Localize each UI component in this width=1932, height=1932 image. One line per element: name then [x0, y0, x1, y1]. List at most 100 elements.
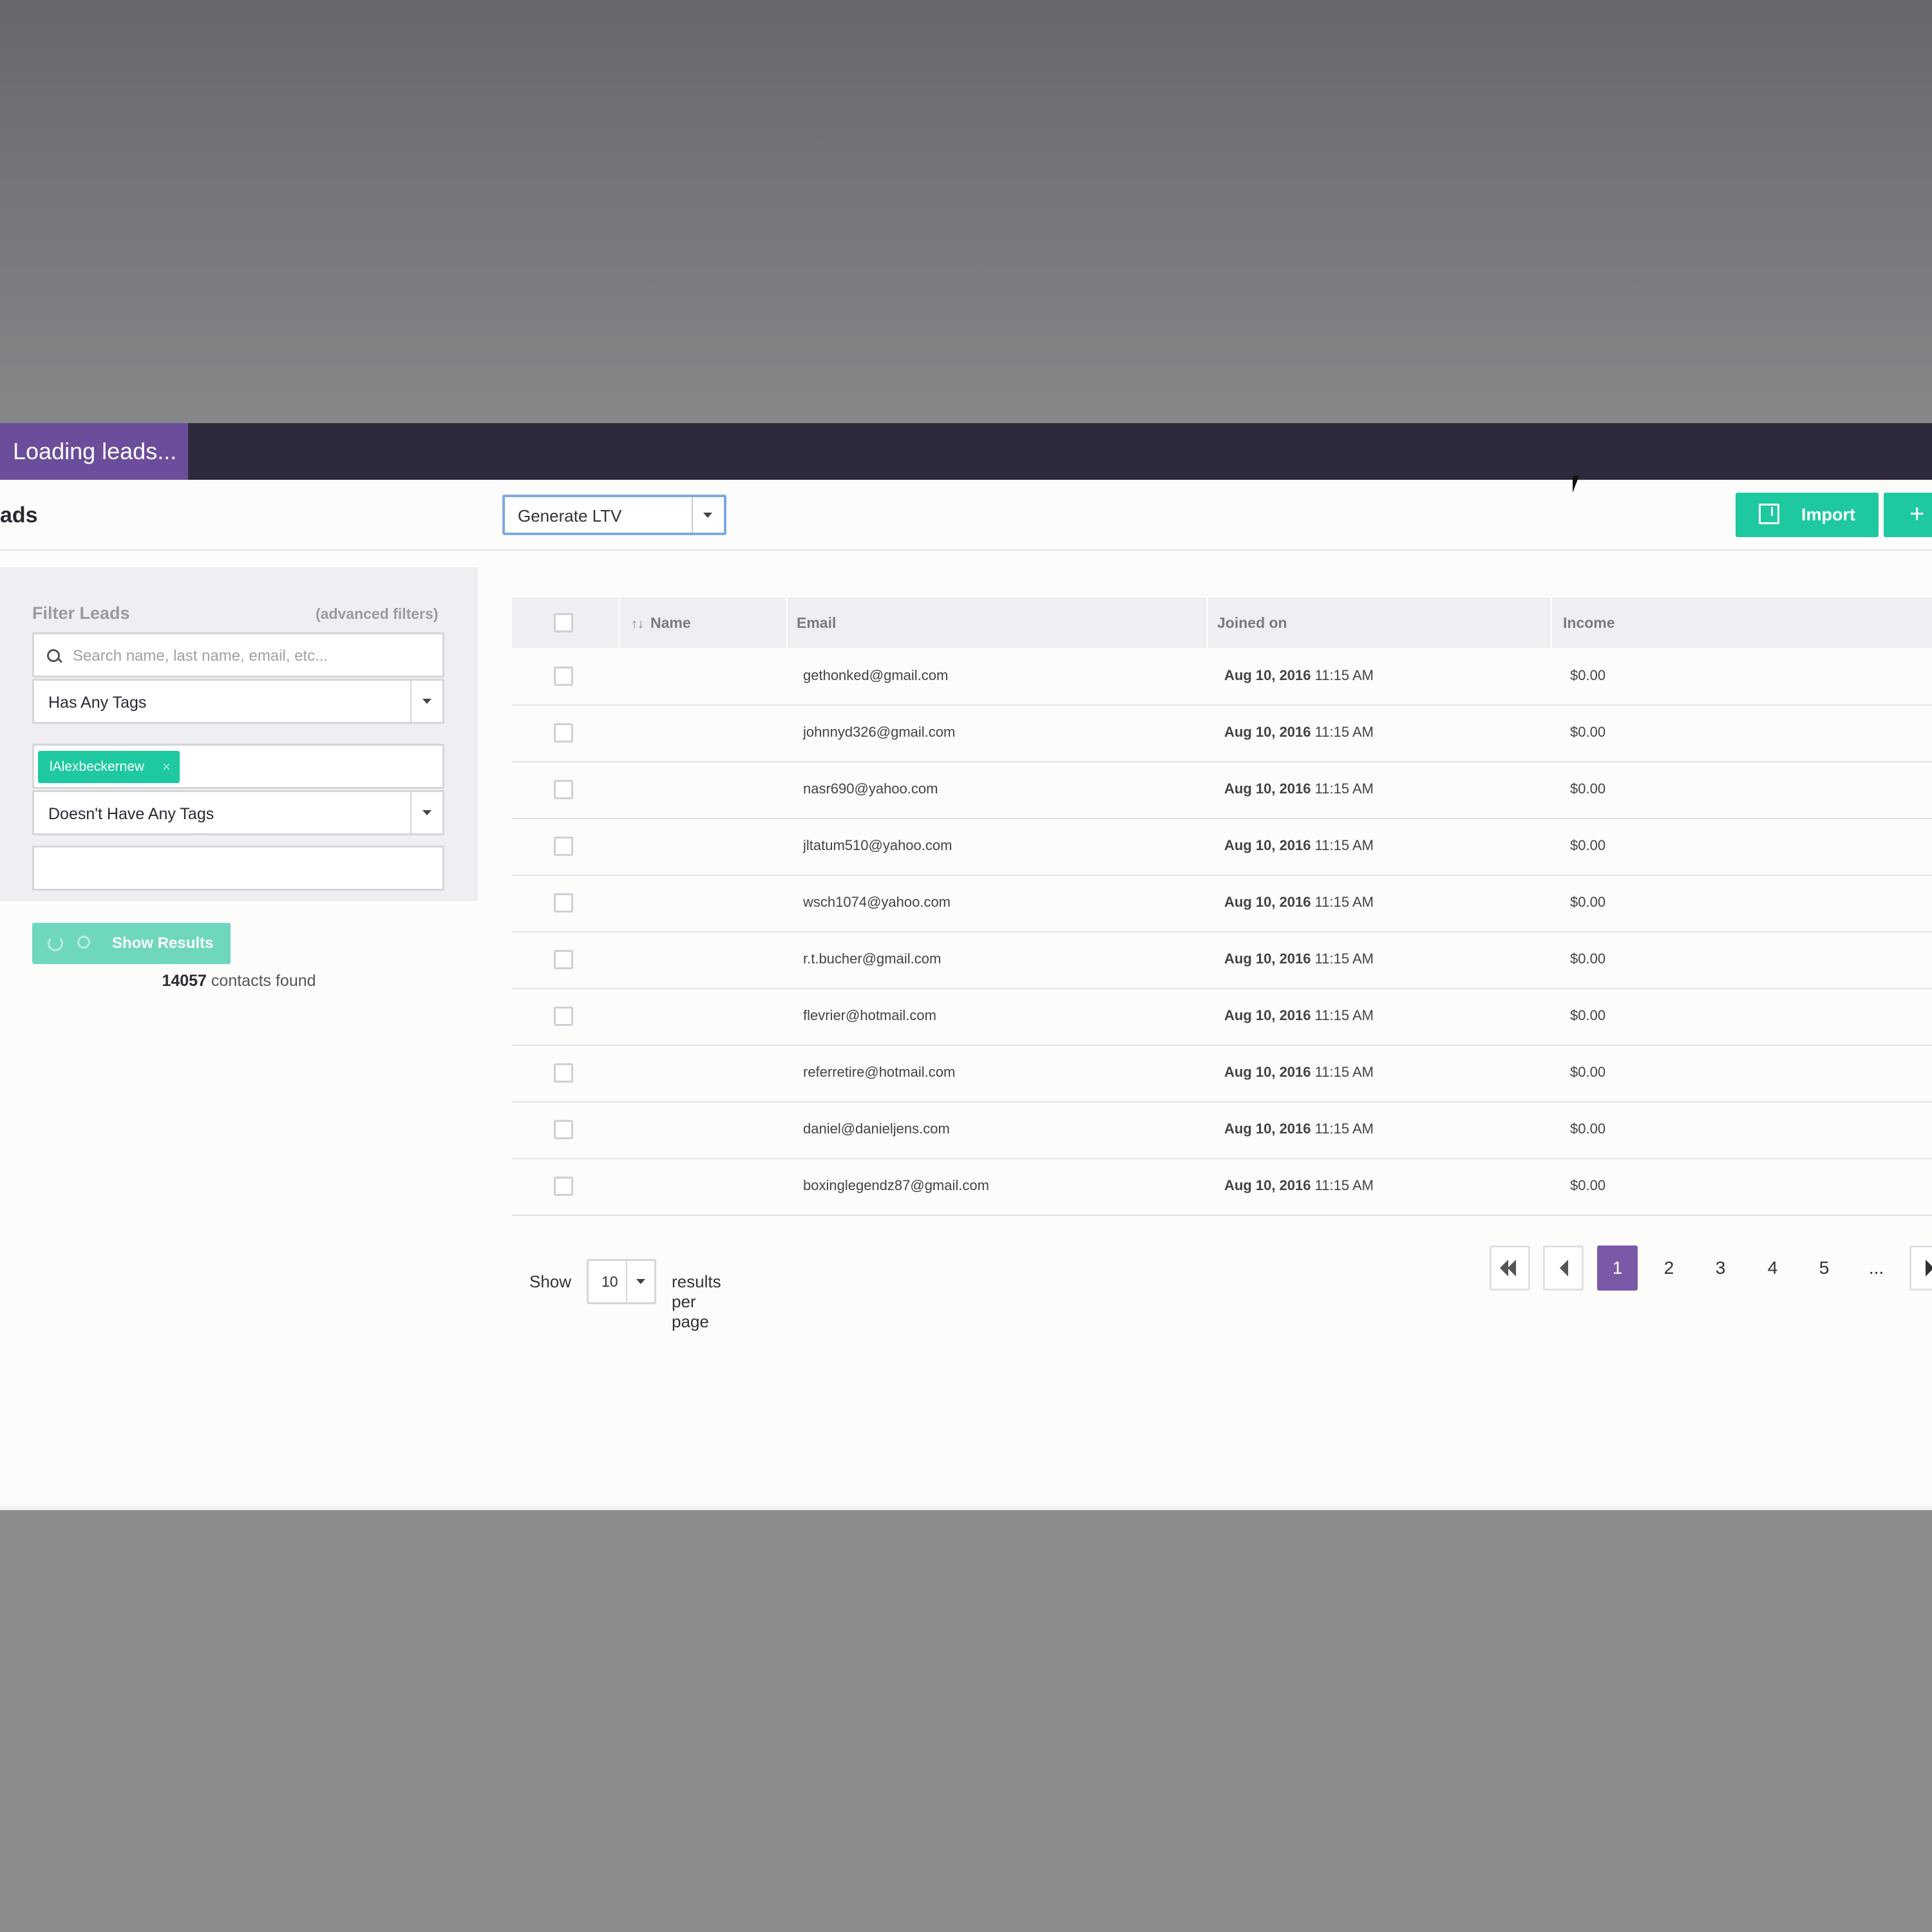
joined-time: 11:15 AM [1314, 894, 1374, 910]
table-row[interactable]: nasr690@yahoo.com Aug 10, 2016 11:15 AM $0… [512, 761, 1932, 819]
add-lead-button[interactable]: + [1884, 493, 1932, 537]
row-checkbox[interactable] [554, 1063, 573, 1083]
email-cell: flevrier@hotmail.com [803, 1007, 936, 1023]
loading-indicator: Loading leads... [0, 423, 188, 480]
income-cell: $0.00 [1570, 951, 1606, 967]
table-row[interactable]: jltatum510@yahoo.com Aug 10, 2016 11:15 A… [512, 818, 1932, 876]
spinner-icon [48, 936, 63, 951]
page-2[interactable]: 2 [1649, 1245, 1689, 1291]
import-button[interactable]: Import [1736, 493, 1879, 537]
chevron-down-icon [422, 810, 431, 815]
divider [692, 497, 693, 533]
income-cell: $0.00 [1570, 1007, 1606, 1023]
table-row[interactable]: wsch1074@yahoo.com Aug 10, 2016 11:15 AM $… [512, 875, 1932, 933]
column-divider [786, 598, 788, 648]
row-checkbox[interactable] [554, 950, 573, 969]
search-input[interactable]: Search name, last name, email, etc... [32, 632, 444, 677]
row-checkbox[interactable] [554, 1007, 573, 1026]
divider [626, 1261, 627, 1302]
row-checkbox[interactable] [554, 667, 573, 686]
chevron-down-icon [422, 699, 431, 704]
page-3[interactable]: 3 [1700, 1245, 1741, 1291]
joined-cell: Aug 10, 2016 11:15 AM [1224, 761, 1374, 818]
show-results-label: Show Results [112, 934, 214, 952]
joined-cell: Aug 10, 2016 11:15 AM [1224, 705, 1374, 761]
table-row[interactable]: r.t.bucher@gmail.com Aug 10, 2016 11:15 A… [512, 931, 1932, 989]
income-cell: $0.00 [1570, 837, 1606, 853]
column-email[interactable]: Email [797, 598, 836, 648]
table-row[interactable]: daniel@danieljens.com Aug 10, 2016 11:15 … [512, 1101, 1932, 1159]
row-checkbox[interactable] [554, 780, 573, 799]
page-1[interactable]: 1 [1597, 1245, 1638, 1291]
joined-date: Aug 10, 2016 [1224, 1121, 1311, 1137]
generate-ltv-select[interactable]: Generate LTV [502, 495, 726, 535]
joined-cell: Aug 10, 2016 11:15 AM [1224, 1045, 1374, 1101]
column-joined[interactable]: Joined on [1217, 598, 1287, 648]
close-icon[interactable]: × [162, 751, 171, 783]
next-page-icon [1926, 1260, 1932, 1276]
income-cell: $0.00 [1570, 894, 1606, 910]
page-5[interactable]: 5 [1804, 1245, 1844, 1291]
contacts-found: 14057 contacts found [0, 972, 478, 990]
income-cell: $0.00 [1570, 1121, 1606, 1137]
contacts-suffix: contacts found [211, 972, 316, 990]
email-cell: referretire@hotmail.com [803, 1064, 956, 1080]
joined-time: 11:15 AM [1314, 781, 1374, 797]
plus-icon: + [1909, 500, 1925, 528]
contacts-count: 14057 [162, 972, 207, 990]
joined-cell: Aug 10, 2016 11:15 AM [1224, 1158, 1374, 1215]
not-tags-select[interactable]: Doesn't Have Any Tags [32, 790, 444, 835]
first-page-button[interactable] [1490, 1245, 1530, 1291]
advanced-filters-link[interactable]: (advanced filters) [316, 605, 438, 623]
joined-cell: Aug 10, 2016 11:15 AM [1224, 931, 1374, 988]
mouse-cursor-icon [1573, 476, 1579, 493]
row-checkbox[interactable] [554, 837, 573, 856]
row-checkbox[interactable] [554, 893, 573, 913]
first-page-icon [1508, 1260, 1516, 1276]
exclude-tags-input[interactable] [32, 846, 444, 891]
table-row[interactable]: flevrier@hotmail.com Aug 10, 2016 11:15 A… [512, 988, 1932, 1046]
joined-date: Aug 10, 2016 [1224, 1177, 1311, 1193]
table-row[interactable]: boxinglegendz87@gmail.com Aug 10, 2016 11… [512, 1158, 1932, 1216]
row-checkbox[interactable] [554, 1120, 573, 1139]
search-icon [77, 936, 90, 949]
show-label: Show [529, 1272, 572, 1291]
column-income[interactable]: Income [1563, 598, 1615, 648]
select-all-checkbox[interactable] [554, 613, 573, 632]
table-row[interactable]: gethonked@gmail.com Aug 10, 2016 11:15 AM… [512, 648, 1932, 706]
joined-cell: Aug 10, 2016 11:15 AM [1224, 648, 1374, 705]
filter-panel: Filter Leads (advanced filters) Search n… [0, 567, 478, 990]
page-ellipsis: ... [1868, 1258, 1884, 1278]
row-checkbox[interactable] [554, 723, 573, 743]
joined-date: Aug 10, 2016 [1224, 1007, 1311, 1023]
page-4[interactable]: 4 [1752, 1245, 1793, 1291]
table-row[interactable]: referretire@hotmail.com Aug 10, 2016 11:1… [512, 1045, 1932, 1103]
top-bar: Loading leads... [0, 423, 1932, 480]
page-title: ads [0, 503, 38, 527]
email-cell: johnnyd326@gmail.com [803, 724, 956, 740]
prev-page-button[interactable] [1543, 1245, 1584, 1291]
column-name-label: Name [650, 614, 691, 631]
bottom-edge [0, 1504, 1932, 1510]
row-checkbox[interactable] [554, 1177, 573, 1196]
per-page-value: 10 [601, 1273, 618, 1290]
tag-chip[interactable]: lAlexbeckernew × [38, 751, 180, 783]
next-page-button[interactable] [1909, 1245, 1932, 1291]
has-tags-select[interactable]: Has Any Tags [32, 679, 444, 724]
joined-cell: Aug 10, 2016 11:15 AM [1224, 1101, 1374, 1158]
income-cell: $0.00 [1570, 667, 1606, 683]
filter-title: Filter Leads [32, 603, 130, 623]
include-tags-input[interactable]: lAlexbeckernew × [32, 744, 444, 789]
per-page-select[interactable]: 10 [587, 1259, 656, 1304]
header-divider [0, 549, 1932, 551]
chevron-down-icon [636, 1279, 645, 1284]
joined-time: 11:15 AM [1314, 1121, 1374, 1137]
per-page-suffix: results per page [672, 1272, 721, 1331]
tag-chip-label: lAlexbeckernew [50, 759, 145, 774]
table-header: ↑↓ Name Email Joined on Income [512, 598, 1932, 648]
joined-time: 11:15 AM [1314, 1177, 1374, 1193]
column-name[interactable]: ↑↓ Name [631, 598, 691, 648]
joined-time: 11:15 AM [1314, 1064, 1374, 1080]
table-row[interactable]: johnnyd326@gmail.com Aug 10, 2016 11:15 A… [512, 705, 1932, 762]
show-results-button[interactable]: Show Results [32, 923, 231, 964]
